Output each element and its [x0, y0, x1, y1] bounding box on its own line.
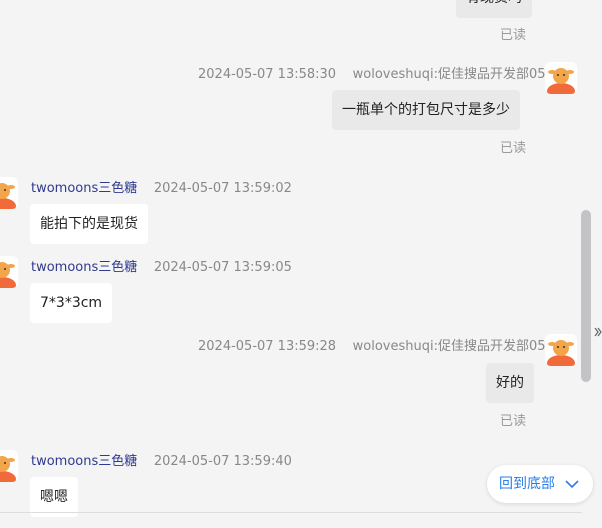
- message-timestamp: 2024-05-07 13:59:02: [153, 181, 292, 196]
- avatar[interactable]: [0, 450, 18, 482]
- message-bubble-in: 能拍下的是现货: [30, 204, 148, 244]
- message-meta: twomoons三色糖 2024-05-07 13:59:40: [31, 450, 292, 469]
- message-timestamp: 2024-05-07 13:59:05: [153, 260, 292, 275]
- read-status: 已读: [500, 141, 527, 156]
- scroll-to-bottom-button[interactable]: 回到底部: [487, 465, 593, 503]
- message-meta: 2024-05-07 13:58:30 woloveshuqi:促佳搜品开发部0…: [198, 63, 554, 82]
- avatar[interactable]: [0, 177, 18, 209]
- cartoon-avatar-icon: [0, 177, 18, 209]
- avatar[interactable]: [545, 334, 577, 366]
- avatar[interactable]: [0, 256, 18, 288]
- scroll-to-bottom-label: 回到底部: [499, 476, 555, 492]
- message-sender: woloveshuqi:促佳搜品开发部057: [352, 339, 554, 354]
- read-status: 已读: [500, 28, 527, 43]
- cartoon-avatar-icon: [545, 62, 577, 94]
- message-bubble-out: 有现货吗: [456, 0, 532, 18]
- message-meta: twomoons三色糖 2024-05-07 13:59:05: [31, 256, 292, 275]
- double-chevron-right-icon[interactable]: [594, 318, 602, 346]
- message-sender[interactable]: twomoons三色糖: [31, 181, 137, 196]
- read-status: 已读: [500, 414, 527, 429]
- message-meta: 2024-05-07 13:59:28 woloveshuqi:促佳搜品开发部0…: [198, 335, 554, 354]
- message-bubble-in: 嗯嗯: [30, 477, 78, 517]
- cartoon-avatar-icon: [0, 256, 18, 288]
- message-timestamp: 2024-05-07 13:58:30: [198, 67, 337, 82]
- divider: [0, 512, 582, 513]
- chevron-down-icon: [565, 480, 579, 489]
- message-bubble-out: 一瓶单个的打包尺寸是多少: [332, 90, 520, 130]
- message-meta: twomoons三色糖 2024-05-07 13:59:02: [31, 177, 292, 196]
- message-sender[interactable]: twomoons三色糖: [31, 260, 137, 275]
- message-timestamp: 2024-05-07 13:59:28: [198, 339, 337, 354]
- message-sender[interactable]: twomoons三色糖: [31, 454, 137, 469]
- message-sender: woloveshuqi:促佳搜品开发部057: [352, 67, 554, 82]
- cartoon-avatar-icon: [545, 334, 577, 366]
- scrollbar-thumb[interactable]: [581, 210, 591, 382]
- message-bubble-in: 7*3*3cm: [30, 283, 113, 323]
- message-timestamp: 2024-05-07 13:59:40: [153, 454, 292, 469]
- message-bubble-out: 好的: [486, 363, 534, 403]
- avatar[interactable]: [545, 62, 577, 94]
- cartoon-avatar-icon: [0, 450, 18, 482]
